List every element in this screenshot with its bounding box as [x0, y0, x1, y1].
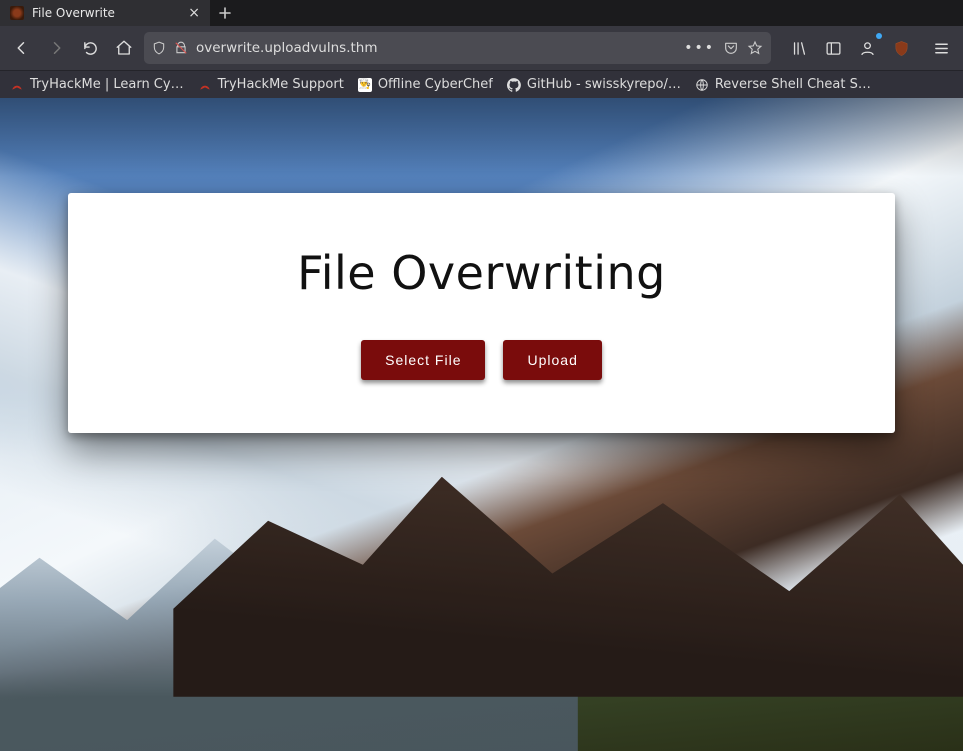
- page-heading: File Overwriting: [297, 246, 666, 300]
- github-icon: [507, 78, 521, 92]
- bookmark-star-icon[interactable]: [747, 40, 763, 56]
- account-icon[interactable]: [853, 34, 881, 62]
- url-text: overwrite.uploadvulns.thm: [196, 40, 676, 56]
- reload-button[interactable]: [76, 34, 104, 62]
- new-tab-button[interactable]: [210, 0, 240, 26]
- back-button[interactable]: [8, 34, 36, 62]
- home-button[interactable]: [110, 34, 138, 62]
- tracking-shield-icon[interactable]: [152, 41, 166, 55]
- browser-tab[interactable]: File Overwrite ×: [0, 0, 210, 26]
- page-viewport: File Overwriting Select File Upload: [0, 98, 963, 751]
- forward-button[interactable]: [42, 34, 70, 62]
- hamburger-menu-icon[interactable]: [927, 34, 955, 62]
- toolbar-right-icons: [785, 34, 955, 62]
- bookmark-github-swisskyrepo[interactable]: GitHub - swisskyrepo/…: [507, 77, 681, 92]
- bookmarks-bar: TryHackMe | Learn Cy… TryHackMe Support …: [0, 70, 963, 98]
- page-actions-icon[interactable]: •••: [684, 40, 715, 56]
- bookmark-tryhackme-support[interactable]: TryHackMe Support: [198, 77, 344, 92]
- upload-button[interactable]: Upload: [503, 340, 601, 380]
- bookmark-cyberchef[interactable]: 👨‍🍳 Offline CyberChef: [358, 77, 493, 92]
- bookmark-label: TryHackMe Support: [218, 77, 344, 92]
- sidebars-icon[interactable]: [819, 34, 847, 62]
- bookmark-label: GitHub - swisskyrepo/…: [527, 77, 681, 92]
- button-row: Select File Upload: [361, 340, 602, 380]
- tab-title: File Overwrite: [32, 6, 180, 20]
- extension-icon[interactable]: [887, 34, 915, 62]
- insecure-connection-icon[interactable]: [174, 41, 188, 55]
- tab-bar: File Overwrite ×: [0, 0, 963, 26]
- bookmark-label: Offline CyberChef: [378, 77, 493, 92]
- navigation-toolbar: overwrite.uploadvulns.thm •••: [0, 26, 963, 70]
- bookmark-tryhackme-learn[interactable]: TryHackMe | Learn Cy…: [10, 77, 184, 92]
- tryhackme-icon: [198, 78, 212, 92]
- reader-pocket-icon[interactable]: [723, 40, 739, 56]
- tab-favicon: [10, 6, 24, 20]
- tryhackme-icon: [10, 78, 24, 92]
- close-tab-icon[interactable]: ×: [188, 6, 200, 20]
- cyberchef-icon: 👨‍🍳: [358, 78, 372, 92]
- bookmark-revshell-cheatsheet[interactable]: Reverse Shell Cheat S…: [695, 77, 871, 92]
- bookmark-label: TryHackMe | Learn Cy…: [30, 77, 184, 92]
- select-file-button[interactable]: Select File: [361, 340, 485, 380]
- address-bar[interactable]: overwrite.uploadvulns.thm •••: [144, 32, 771, 64]
- library-icon[interactable]: [785, 34, 813, 62]
- bookmark-label: Reverse Shell Cheat S…: [715, 77, 871, 92]
- globe-icon: [695, 78, 709, 92]
- upload-card: File Overwriting Select File Upload: [68, 193, 895, 433]
